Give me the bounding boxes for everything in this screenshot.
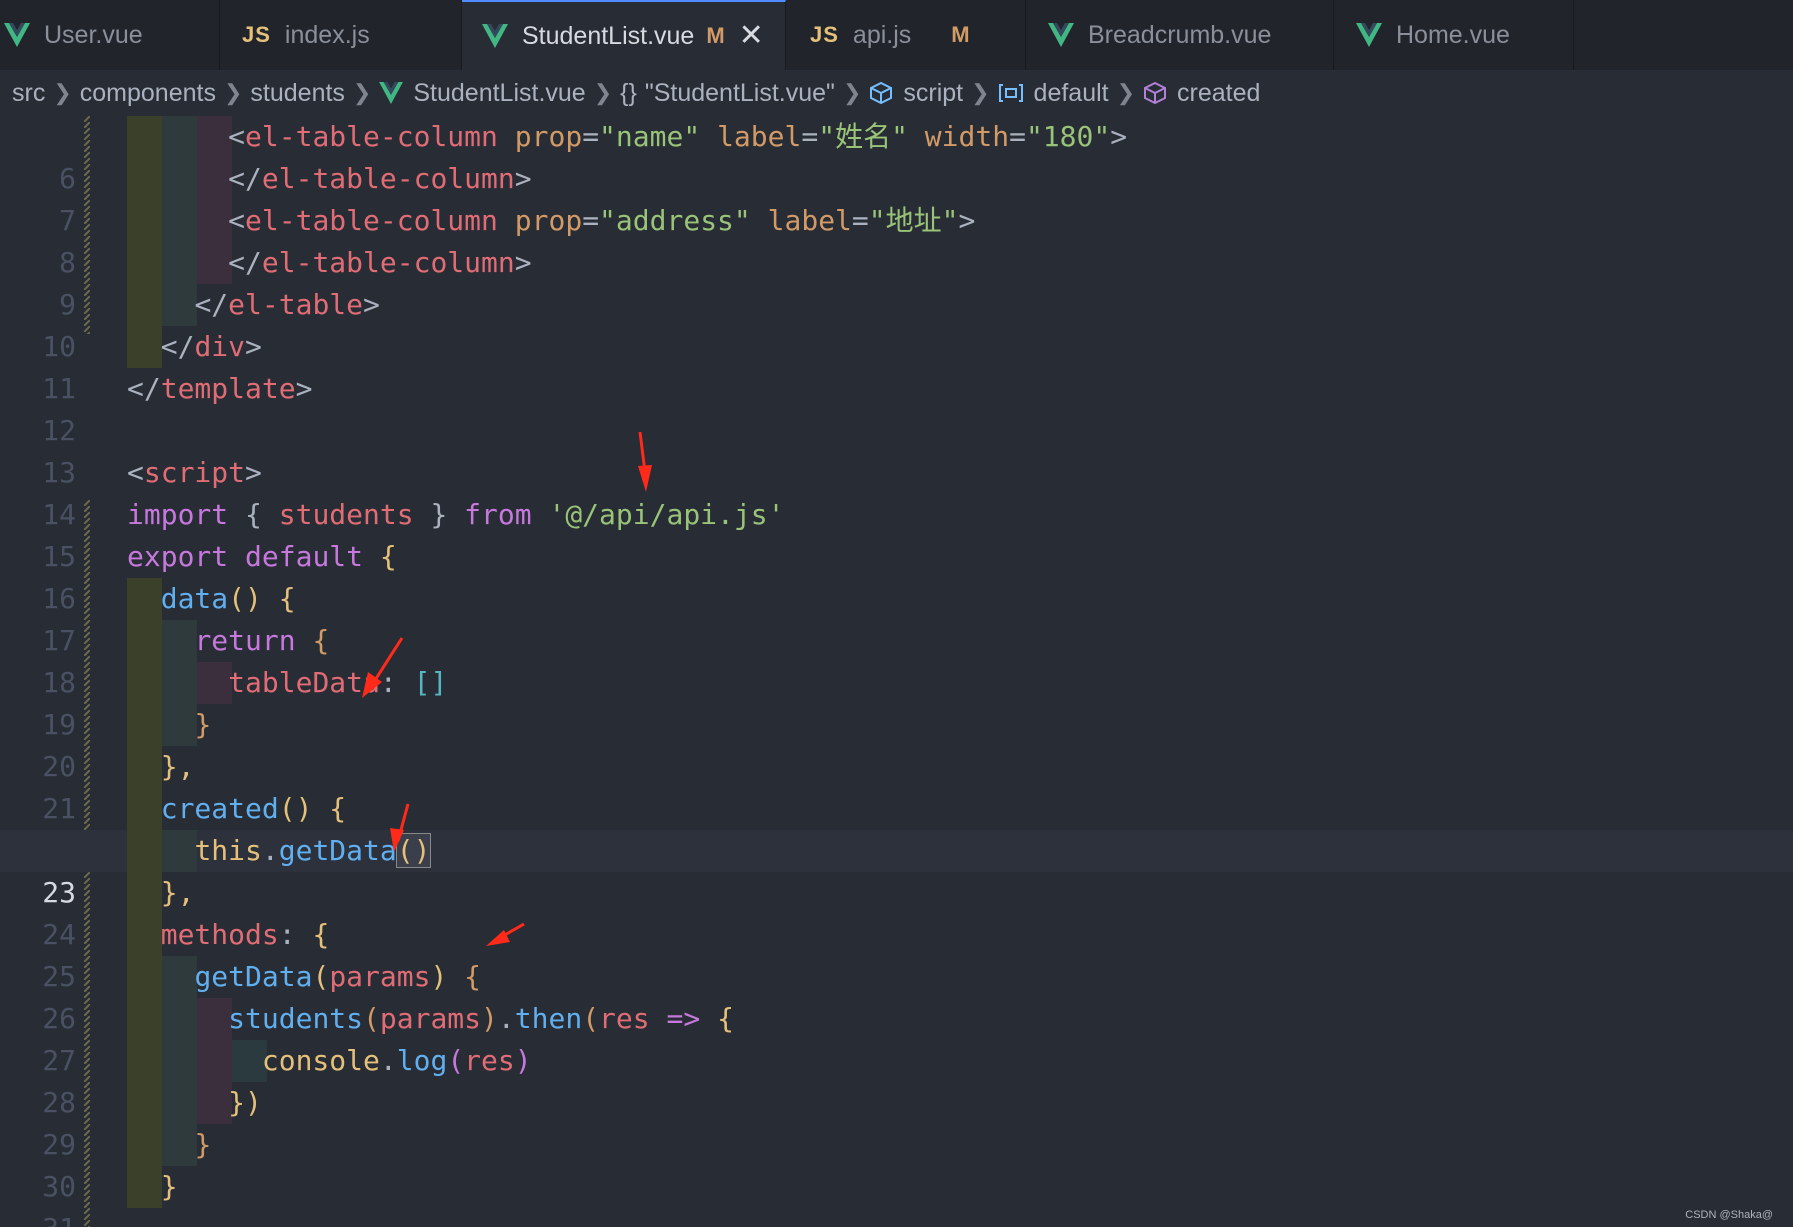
close-icon[interactable]: ✕ [739, 21, 764, 51]
modified-badge: M [951, 22, 970, 47]
code-text: this.getData() [194, 833, 432, 868]
vue-icon [1048, 23, 1074, 47]
variable-icon [998, 82, 1024, 104]
tab-label: StudentList.vue [522, 21, 695, 50]
editor-tab-bar: User.vue JS index.js StudentList.vue M ✕… [0, 0, 1793, 70]
breadcrumb-item-default[interactable]: default [1034, 79, 1109, 108]
vue-icon [379, 82, 404, 104]
tab-label: Home.vue [1396, 20, 1510, 49]
chevron-right-icon: ❯ [842, 80, 862, 105]
tab-label: Breadcrumb.vue [1088, 20, 1272, 49]
code-line: 29 }) [0, 1082, 1793, 1161]
vue-icon [4, 23, 30, 47]
code-line: 16 export default { [0, 536, 1793, 615]
tab-user-vue[interactable]: User.vue [0, 0, 220, 70]
vue-icon [482, 24, 508, 48]
code-line: 14 <script> [0, 452, 1793, 531]
code-text: }, [160, 876, 195, 909]
chevron-right-icon: ❯ [352, 80, 372, 105]
code-line: 26 getData(params) { [0, 956, 1793, 1035]
tab-label: api.js [852, 20, 912, 49]
code-text: }) [228, 1086, 262, 1119]
bracket-match-highlight: () [395, 833, 432, 868]
chevron-right-icon: ❯ [971, 80, 990, 105]
breadcrumb-item-src[interactable]: src [12, 79, 45, 108]
tab-label: index.js [284, 20, 370, 49]
code-line: 13 [0, 410, 1793, 489]
code-line: 10 </el-table> [0, 284, 1793, 363]
code-editor[interactable]: 6 <el-table-column prop="name" label="姓名… [0, 116, 1793, 1227]
code-line: 20 } [0, 704, 1793, 783]
tab-studentlist-vue[interactable]: StudentList.vue M ✕ [462, 0, 786, 70]
code-text: </div> [160, 330, 262, 363]
breadcrumb-item-script[interactable]: script [903, 79, 963, 108]
tab-index-js[interactable]: JS index.js [220, 0, 462, 70]
code-text: students(params).then(res => { [228, 1002, 734, 1035]
code-text: getData(params) { [194, 960, 482, 993]
code-line: 15 import { students } from '@/api/api.j… [0, 494, 1793, 573]
chevron-right-icon: ❯ [223, 80, 243, 105]
method-cube-icon [1143, 81, 1167, 105]
code-line: 28 console.log(res) [0, 1040, 1793, 1119]
chevron-right-icon: ❯ [1116, 80, 1136, 105]
breadcrumb-item-created[interactable]: created [1177, 79, 1260, 108]
code-line-current: 23 this.getData() [0, 830, 1793, 909]
code-text: export default { [127, 540, 397, 573]
code-line: 21 }, [0, 746, 1793, 825]
breadcrumb: src ❯ components ❯ students ❯ StudentLis… [0, 70, 1793, 116]
code-line: 11 </div> [0, 326, 1793, 405]
tab-label: User.vue [44, 20, 143, 49]
code-line: 12 </template> [0, 368, 1793, 447]
code-text: </template> [127, 372, 313, 405]
code-text: </el-table-column> [228, 246, 532, 279]
code-text: console.log(res) [261, 1044, 532, 1077]
breadcrumb-item-components[interactable]: components [80, 79, 216, 108]
braces-icon: {} [620, 78, 637, 107]
code-line: 7 </el-table-column> [0, 158, 1793, 237]
code-text: }, [160, 750, 195, 783]
code-text: } [194, 708, 212, 741]
code-text: <script> [127, 456, 262, 489]
code-text: </el-table> [194, 288, 380, 321]
code-line: 25 methods: { [0, 914, 1793, 993]
code-text: </el-table-column> [228, 162, 532, 195]
code-text: return { [194, 624, 330, 657]
tab-api-js[interactable]: JS api.js M [786, 0, 1026, 70]
chevron-right-icon: ❯ [593, 80, 613, 105]
chevron-right-icon: ❯ [53, 80, 72, 105]
code-line: 27 students(params).then(res => { [0, 998, 1793, 1077]
code-line: 18 return { [0, 620, 1793, 699]
code-line: 30 } [0, 1124, 1793, 1203]
code-text: tableData: [] [228, 666, 448, 699]
watermark: CSDN @Shaka@ [1685, 1209, 1773, 1221]
code-text: data() { [160, 582, 296, 615]
code-line: 17 data() { [0, 578, 1793, 657]
code-line: 22 created() { [0, 788, 1793, 867]
code-line: 6 <el-table-column prop="name" label="姓名… [0, 116, 1793, 195]
code-text: created() { [160, 792, 347, 825]
code-line: 24 }, [0, 872, 1793, 951]
code-text: import { students } from '@/api/api.js' [127, 498, 785, 531]
code-line: 31 } [0, 1166, 1793, 1227]
code-text: } [160, 1170, 178, 1203]
vue-icon [1356, 23, 1382, 47]
tab-breadcrumb-vue[interactable]: Breadcrumb.vue [1026, 0, 1334, 70]
breadcrumb-item-object[interactable]: "StudentList.vue" [645, 79, 835, 108]
code-text: <el-table-column prop="address" label="地… [228, 204, 976, 237]
code-line: 19 tableData: [] [0, 662, 1793, 741]
breadcrumb-item-students[interactable]: students [250, 79, 345, 108]
code-text: methods: { [160, 918, 330, 951]
js-icon: JS [242, 22, 271, 47]
code-line: 8 <el-table-column prop="address" label=… [0, 200, 1793, 279]
code-text: <el-table-column prop="name" label="姓名" … [228, 120, 1128, 153]
cube-icon [869, 81, 893, 105]
modified-badge: M [706, 23, 725, 48]
breadcrumb-item-file[interactable]: StudentList.vue [413, 79, 585, 108]
code-line: 9 </el-table-column> [0, 242, 1793, 321]
line-number: 31 [0, 1208, 76, 1227]
tab-home-vue[interactable]: Home.vue [1334, 0, 1574, 70]
code-text: } [194, 1128, 212, 1161]
js-icon: JS [810, 22, 839, 47]
